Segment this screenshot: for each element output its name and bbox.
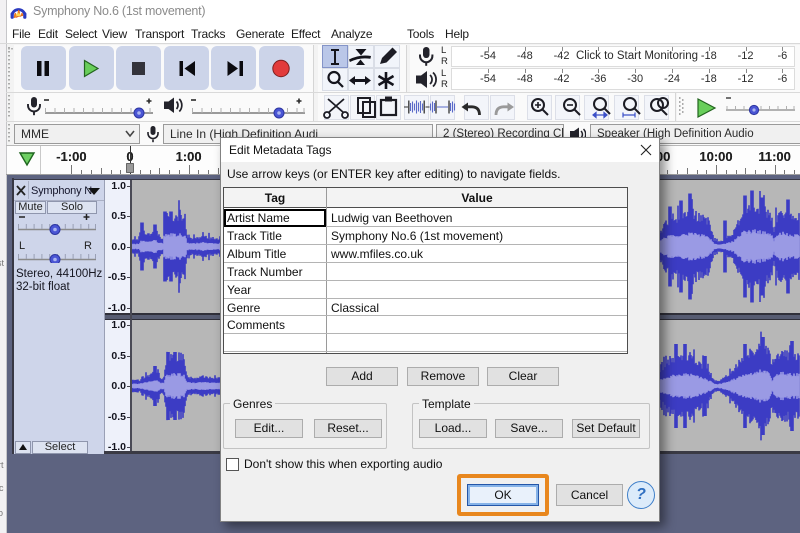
svg-text:L: L [19,240,25,252]
svg-text:R: R [84,240,92,252]
